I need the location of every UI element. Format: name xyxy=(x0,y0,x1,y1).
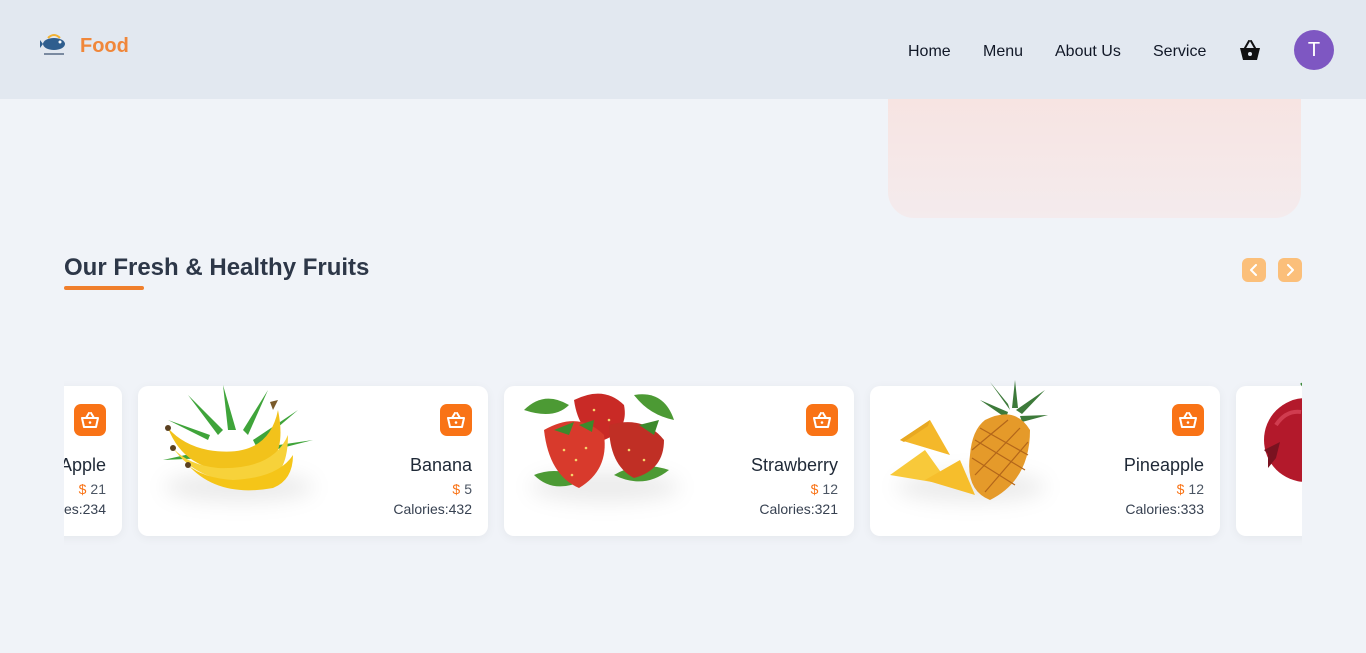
add-to-basket-button[interactable] xyxy=(806,404,838,436)
fruit-calories: Calories:333 xyxy=(1125,501,1204,517)
fruit-calories: Calories:234 xyxy=(64,501,106,517)
brand-name: Food xyxy=(80,34,129,57)
fruit-card-apple[interactable]: Apple $21 Calories:234 xyxy=(64,386,122,536)
price-value: 5 xyxy=(464,481,472,497)
hero-container xyxy=(888,99,1301,218)
banana-image xyxy=(163,385,313,491)
strawberry-image xyxy=(524,393,674,488)
pomegranate-image xyxy=(1264,382,1302,482)
currency-symbol: $ xyxy=(1176,481,1185,497)
basket-icon xyxy=(1179,412,1197,428)
title-underline xyxy=(64,286,144,290)
price-value: 21 xyxy=(90,481,106,497)
top-navbar: Food Home Menu About Us Service T xyxy=(0,0,1366,99)
fruit-card-pomegranate[interactable] xyxy=(1236,382,1302,536)
currency-symbol: $ xyxy=(78,481,87,497)
fruit-price: $12 xyxy=(811,481,838,497)
fish-logo-icon xyxy=(40,34,65,55)
add-to-basket-button[interactable] xyxy=(1172,404,1204,436)
basket-icon xyxy=(447,412,465,428)
fruit-price: $21 xyxy=(79,481,106,497)
fruit-price: $12 xyxy=(1177,481,1204,497)
nav-about-us[interactable]: About Us xyxy=(1055,43,1121,61)
pineapple-image xyxy=(890,380,1048,500)
fruit-name: Apple xyxy=(64,455,106,475)
carousel-prev-button[interactable] xyxy=(1242,258,1266,282)
carousel-next-button[interactable] xyxy=(1278,258,1302,282)
fruit-price: $5 xyxy=(452,481,472,497)
avatar-initial: T xyxy=(1307,38,1321,61)
fruit-name: Strawberry xyxy=(750,455,838,475)
basket-icon xyxy=(813,412,831,428)
fruit-name: Pineapple xyxy=(1123,455,1204,475)
nav-service[interactable]: Service xyxy=(1153,43,1206,61)
brand-logo[interactable]: Food xyxy=(40,32,129,60)
fruit-carousel[interactable]: Apple $21 Calories:234 xyxy=(64,370,1302,570)
basket-icon xyxy=(81,412,99,428)
price-value: 12 xyxy=(822,481,838,497)
fruit-card-banana[interactable]: Banana $5 Calories:432 xyxy=(138,385,488,536)
basket-icon[interactable] xyxy=(1238,40,1262,62)
fruit-calories: Calories:432 xyxy=(393,501,472,517)
add-to-basket-button[interactable] xyxy=(74,404,106,436)
currency-symbol: $ xyxy=(810,481,819,497)
fruit-card-pineapple[interactable]: Pineapple $12 Calories:333 xyxy=(870,380,1220,536)
fruit-calories: Calories:321 xyxy=(759,501,838,517)
currency-symbol: $ xyxy=(452,481,461,497)
fruit-name: Banana xyxy=(409,455,472,475)
chevron-left-icon xyxy=(1250,264,1257,276)
nav-menu[interactable]: Menu xyxy=(983,43,1023,61)
fruit-card-strawberry[interactable]: Strawberry $12 Calories:321 xyxy=(504,386,854,536)
nav-home[interactable]: Home xyxy=(908,43,951,61)
user-avatar[interactable]: T xyxy=(1294,30,1334,70)
price-value: 12 xyxy=(1188,481,1204,497)
section-title: Our Fresh & Healthy Fruits xyxy=(64,254,370,281)
add-to-basket-button[interactable] xyxy=(440,404,472,436)
chevron-right-icon xyxy=(1287,264,1294,276)
